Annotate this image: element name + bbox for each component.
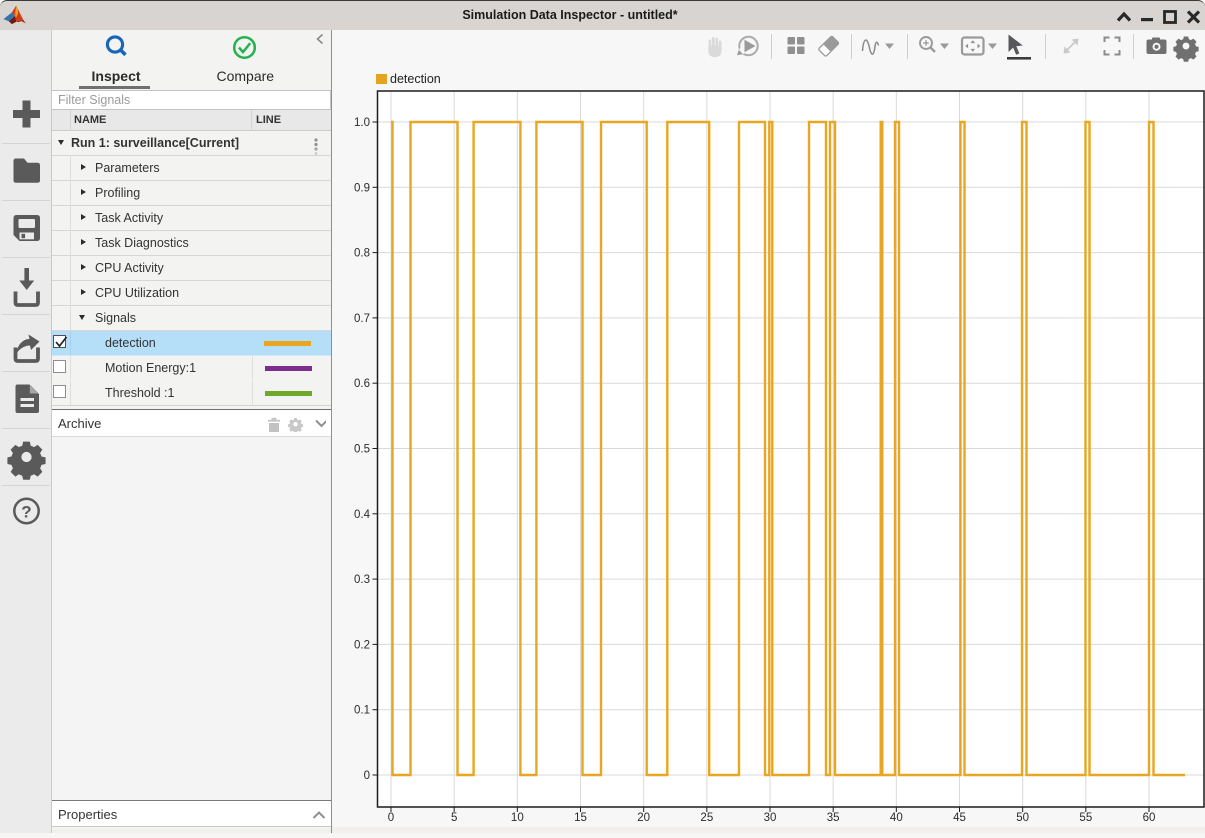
svg-text:?: ? [21, 503, 31, 522]
svg-text:0: 0 [388, 812, 394, 824]
svg-text:0.6: 0.6 [354, 378, 370, 390]
svg-text:0.8: 0.8 [354, 248, 370, 260]
svg-text:0.1: 0.1 [354, 705, 370, 717]
svg-text:50: 50 [1016, 812, 1029, 824]
svg-text:0: 0 [364, 770, 370, 782]
svg-text:35: 35 [827, 812, 840, 824]
svg-text:20: 20 [637, 812, 650, 824]
svg-text:0.9: 0.9 [354, 182, 370, 194]
svg-text:10: 10 [511, 812, 524, 824]
svg-text:30: 30 [764, 812, 777, 824]
svg-text:60: 60 [1143, 812, 1156, 824]
svg-text:0.5: 0.5 [354, 444, 370, 456]
svg-text:0.4: 0.4 [354, 509, 371, 521]
svg-text:15: 15 [574, 812, 587, 824]
svg-text:0.7: 0.7 [354, 313, 370, 325]
svg-text:55: 55 [1079, 812, 1092, 824]
svg-text:45: 45 [953, 812, 966, 824]
svg-text:40: 40 [890, 812, 903, 824]
svg-text:5: 5 [451, 812, 457, 824]
svg-text:0.3: 0.3 [354, 574, 370, 586]
svg-text:1.0: 1.0 [354, 117, 370, 129]
svg-text:25: 25 [700, 812, 713, 824]
svg-text:0.2: 0.2 [354, 639, 370, 651]
